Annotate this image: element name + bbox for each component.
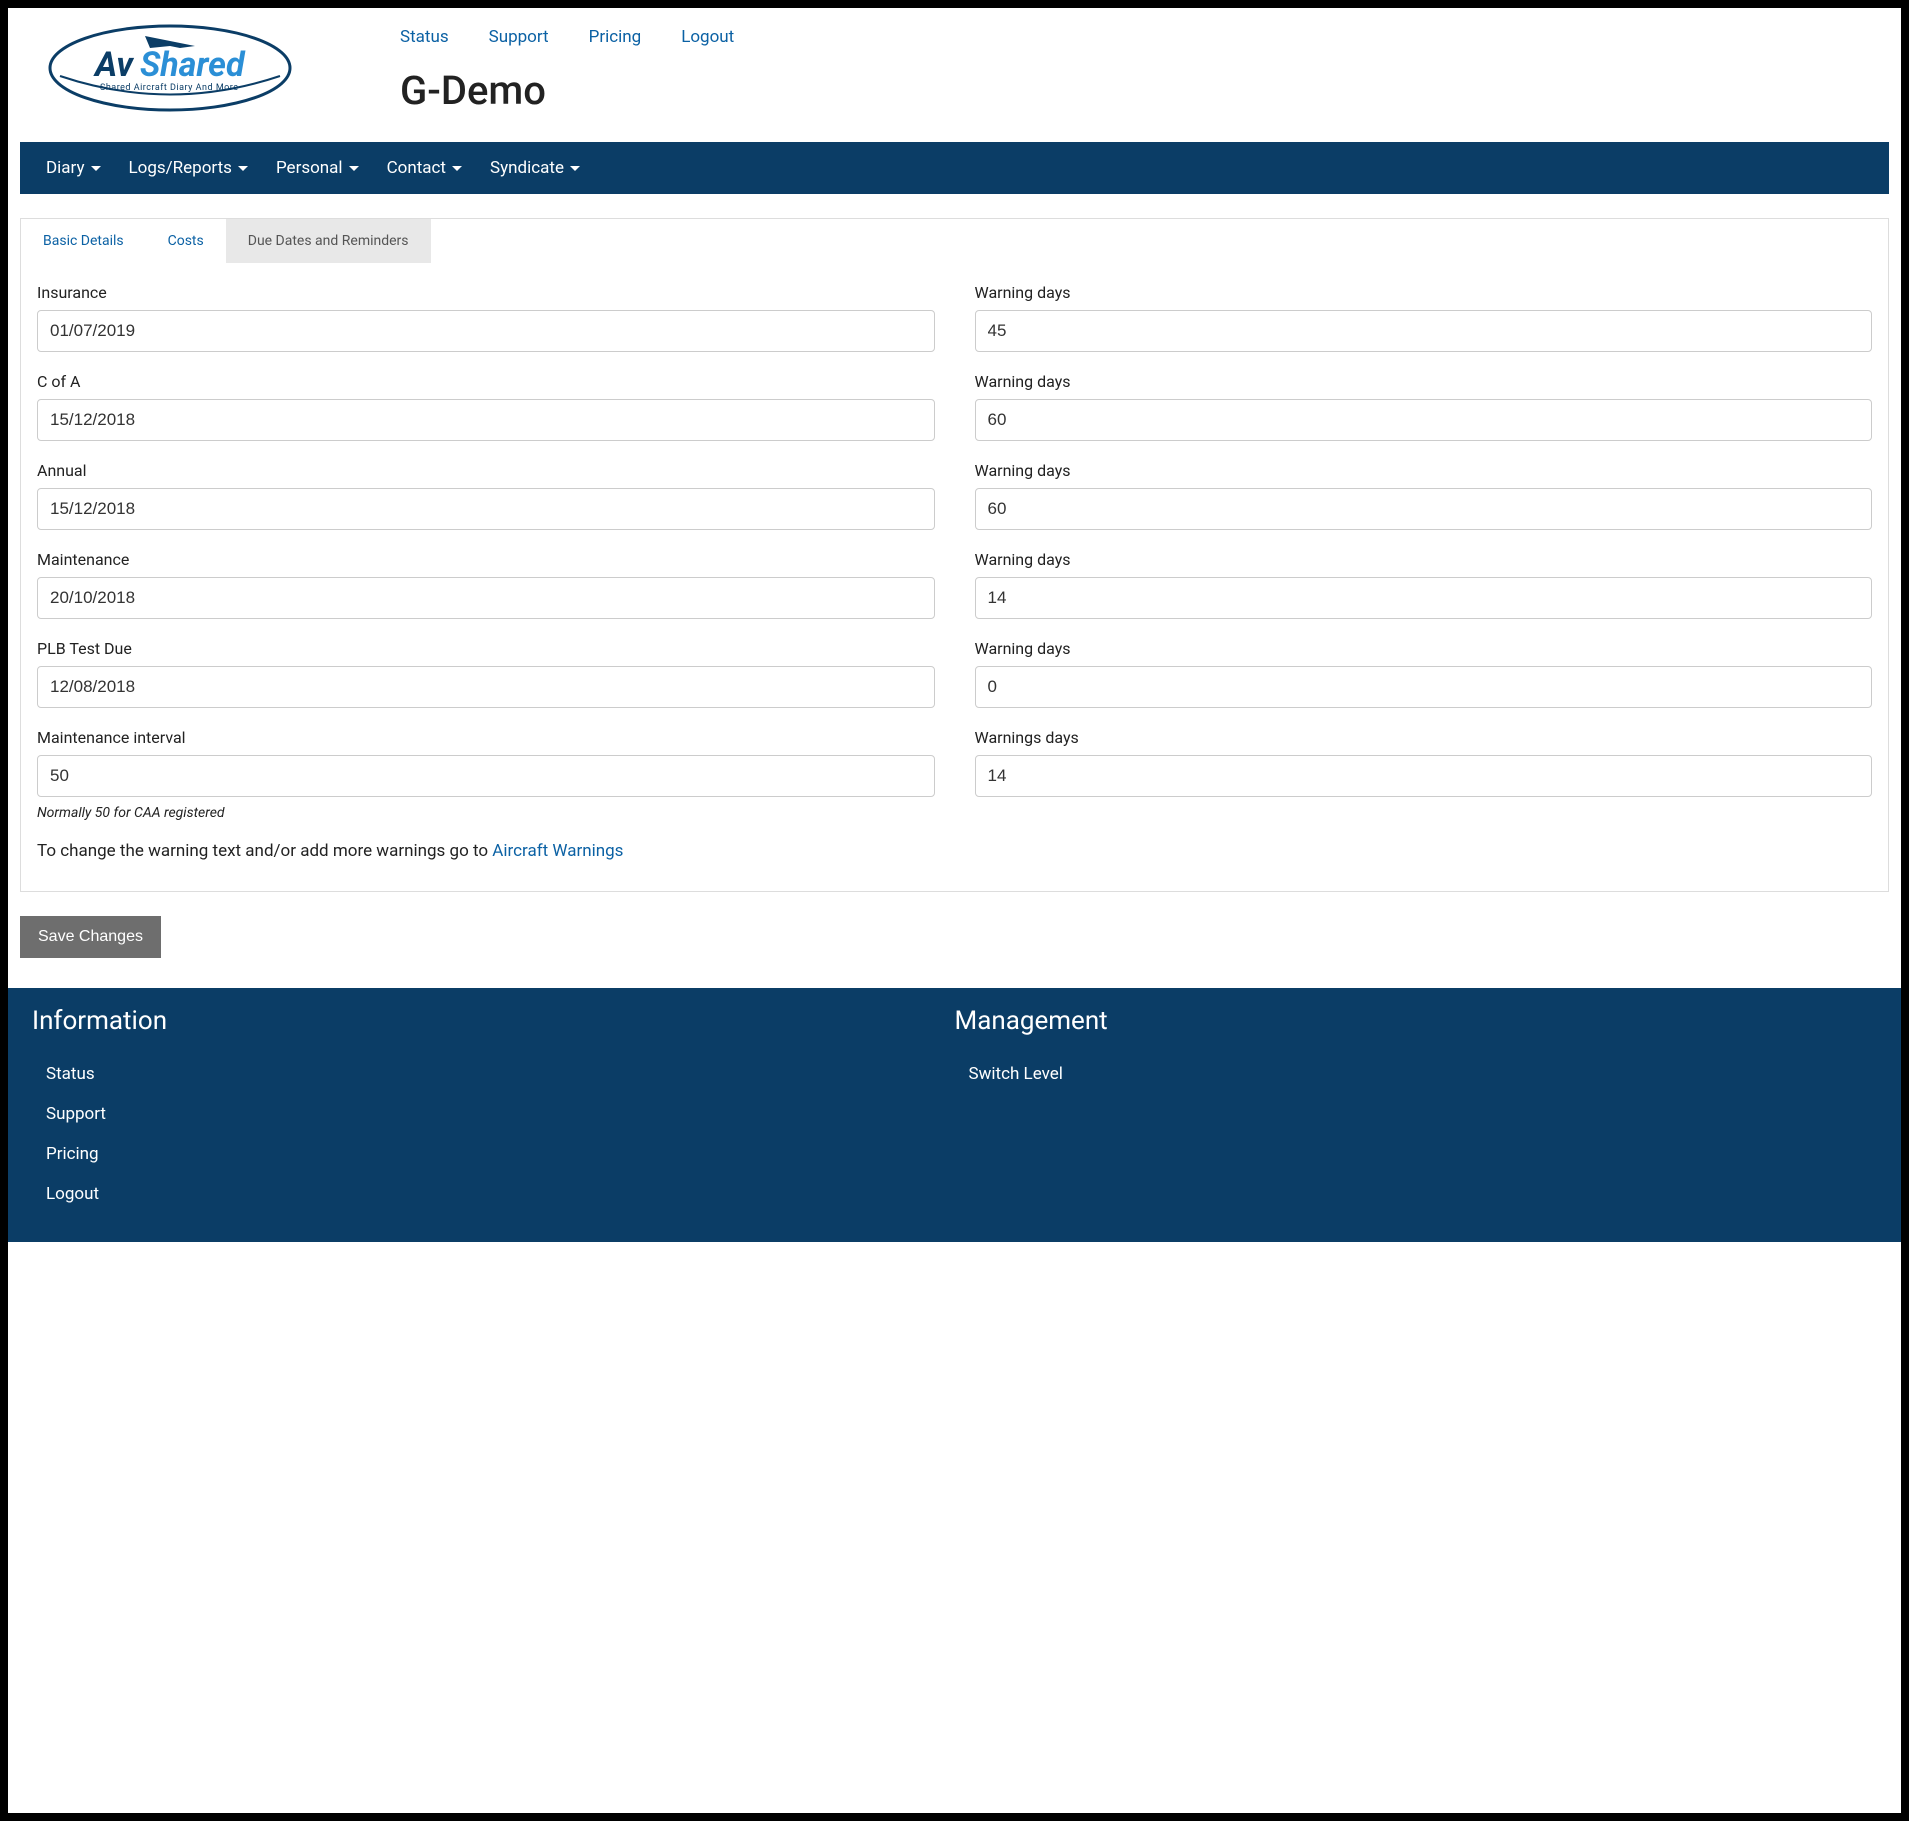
label-plb-warning: Warning days [975,639,1873,658]
svg-text:Av: Av [93,45,134,85]
top-link-logout[interactable]: Logout [681,27,734,47]
svg-text:Shared Aircraft Diary And More: Shared Aircraft Diary And More [100,83,239,93]
input-plb-warning[interactable] [975,666,1873,708]
tab-basic-details[interactable]: Basic Details [21,219,146,263]
label-cofa-warning: Warning days [975,372,1873,391]
help-maint-interval: Normally 50 for CAA registered [37,805,935,821]
input-insurance[interactable] [37,310,935,352]
label-maintenance-warning: Warning days [975,550,1873,569]
nav-contact[interactable]: Contact [373,142,476,194]
nav-personal[interactable]: Personal [262,142,373,194]
label-plb: PLB Test Due [37,639,935,658]
top-link-pricing[interactable]: Pricing [589,27,642,47]
nav-syndicate[interactable]: Syndicate [476,142,594,194]
form-panel: Insurance Warning days C of A Warning da… [20,263,1889,892]
footer-link-logout[interactable]: Logout [32,1174,955,1214]
save-button[interactable]: Save Changes [20,916,161,958]
footer-mgmt-title: Management [955,1006,1878,1036]
footer-link-status[interactable]: Status [32,1054,955,1094]
label-insurance-warning: Warning days [975,283,1873,302]
tab-bar: Basic Details Costs Due Dates and Remind… [20,218,1889,263]
chevron-down-icon [570,166,580,171]
label-annual-warning: Warning days [975,461,1873,480]
chevron-down-icon [91,166,101,171]
footer-link-switch-level[interactable]: Switch Level [955,1054,1878,1094]
footer-link-pricing[interactable]: Pricing [32,1134,955,1174]
tab-costs[interactable]: Costs [146,219,226,263]
logo-icon: Av Shared Shared Aircraft Diary And More [40,18,320,118]
input-annual-warning[interactable] [975,488,1873,530]
input-maint-interval[interactable] [37,755,935,797]
chevron-down-icon [452,166,462,171]
input-cofa[interactable] [37,399,935,441]
input-plb[interactable] [37,666,935,708]
input-cofa-warning[interactable] [975,399,1873,441]
label-maintenance: Maintenance [37,550,935,569]
top-link-status[interactable]: Status [400,27,449,47]
page-title: G-Demo [400,67,1889,114]
label-insurance: Insurance [37,283,935,302]
footer: Information Status Support Pricing Logou… [8,988,1901,1242]
label-annual: Annual [37,461,935,480]
tab-due-dates[interactable]: Due Dates and Reminders [226,219,431,263]
header: Av Shared Shared Aircraft Diary And More… [20,8,1889,142]
input-annual[interactable] [37,488,935,530]
main-nav: Diary Logs/Reports Personal Contact Synd… [20,142,1889,194]
aircraft-warnings-link[interactable]: Aircraft Warnings [492,841,623,861]
top-nav: Status Support Pricing Logout [400,27,1889,47]
top-link-support[interactable]: Support [489,27,549,47]
footer-info-title: Information [32,1006,955,1036]
logo[interactable]: Av Shared Shared Aircraft Diary And More [20,18,380,122]
chevron-down-icon [349,166,359,171]
label-maint-interval-warning: Warnings days [975,728,1873,747]
nav-logs-reports[interactable]: Logs/Reports [115,142,262,194]
label-cofa: C of A [37,372,935,391]
svg-text:Shared: Shared [140,45,246,85]
nav-diary[interactable]: Diary [32,142,115,194]
label-maint-interval: Maintenance interval [37,728,935,747]
warning-note: To change the warning text and/or add mo… [37,841,1872,861]
input-maintenance-warning[interactable] [975,577,1873,619]
input-maint-interval-warning[interactable] [975,755,1873,797]
footer-link-support[interactable]: Support [32,1094,955,1134]
input-maintenance[interactable] [37,577,935,619]
chevron-down-icon [238,166,248,171]
input-insurance-warning[interactable] [975,310,1873,352]
